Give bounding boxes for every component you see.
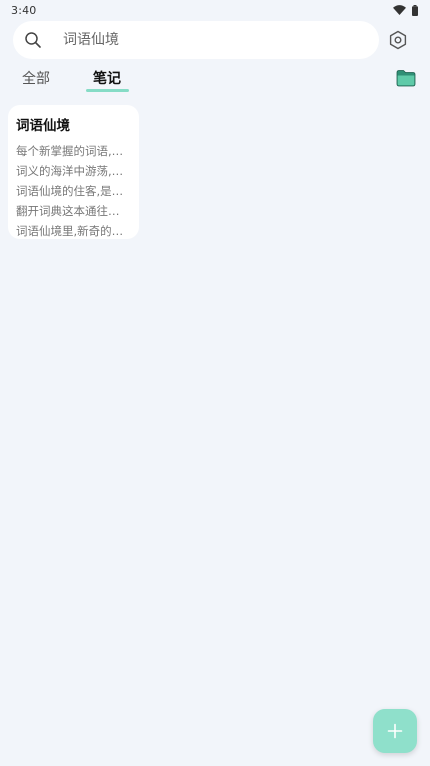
note-line: 翻开词典这本通往… xyxy=(16,204,120,218)
folder-button[interactable] xyxy=(396,69,416,87)
screen: 3:40 全部 笔记 xyxy=(0,0,430,766)
tab-bar: 全部 笔记 xyxy=(0,64,430,94)
battery-icon xyxy=(412,4,418,16)
settings-button[interactable] xyxy=(386,28,410,52)
note-line: 词义的海洋中游荡,… xyxy=(16,164,124,178)
folder-icon xyxy=(396,70,416,87)
tab-indicator xyxy=(86,89,129,92)
status-time: 3:40 xyxy=(11,3,37,17)
status-bar: 3:40 xyxy=(0,0,430,20)
note-line: 每个新掌握的词语,… xyxy=(16,144,124,158)
search-icon xyxy=(25,32,41,48)
add-note-button[interactable] xyxy=(373,709,417,753)
settings-icon xyxy=(389,30,407,50)
plus-icon xyxy=(387,723,403,739)
wifi-icon xyxy=(393,5,406,15)
note-title: 词语仙境 xyxy=(16,118,70,134)
search-input[interactable] xyxy=(63,21,363,59)
tab-notes[interactable]: 笔记 xyxy=(77,68,137,88)
search-bar[interactable] xyxy=(13,21,379,59)
note-line: 词语仙境的住客,是… xyxy=(16,184,124,198)
note-line: 词语仙境里,新奇的… xyxy=(16,224,124,238)
status-icons xyxy=(393,4,418,16)
note-card[interactable]: 词语仙境 每个新掌握的词语,… 词义的海洋中游荡,… 词语仙境的住客,是… 翻开… xyxy=(8,105,139,239)
tab-all[interactable]: 全部 xyxy=(6,68,66,88)
